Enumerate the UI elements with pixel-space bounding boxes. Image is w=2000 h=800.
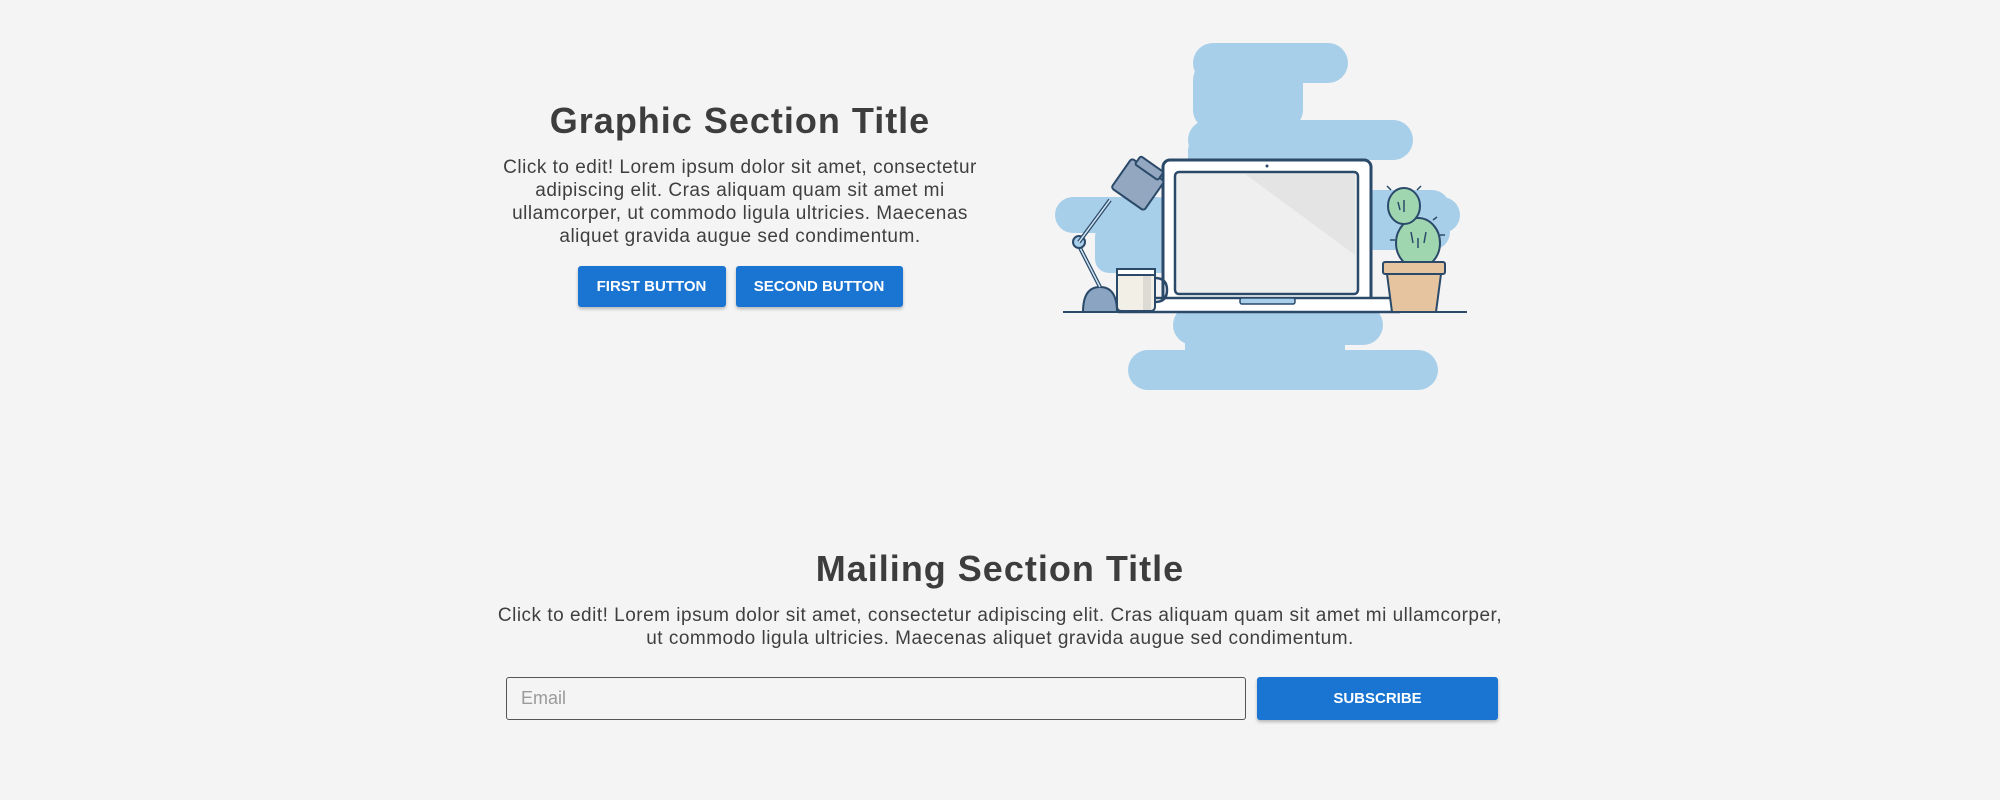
mailing-section-title: Mailing Section Title — [815, 548, 1185, 589]
subscribe-form: SUBSCRIBE — [506, 677, 1498, 722]
graphic-section-body: Click to edit! Lorem ipsum dolor sit ame… — [503, 157, 977, 247]
mailing-text-block: Mailing Section Title Click to edit! Lor… — [490, 548, 1510, 650]
graphic-text-block: Graphic Section Title Click to edit! Lor… — [498, 100, 982, 307]
graphic-button-row: FIRST BUTTON SECOND BUTTON — [498, 266, 982, 307]
subscribe-button[interactable]: SUBSCRIBE — [1257, 677, 1498, 720]
desk-workspace-illustration — [1055, 43, 1467, 390]
graphic-section-title: Graphic Section Title — [549, 100, 931, 141]
email-field[interactable] — [506, 677, 1246, 720]
mailing-section-body: Click to edit! Lorem ipsum dolor sit ame… — [497, 605, 1503, 649]
second-button[interactable]: SECOND BUTTON — [735, 266, 903, 307]
first-button[interactable]: FIRST BUTTON — [577, 266, 726, 307]
